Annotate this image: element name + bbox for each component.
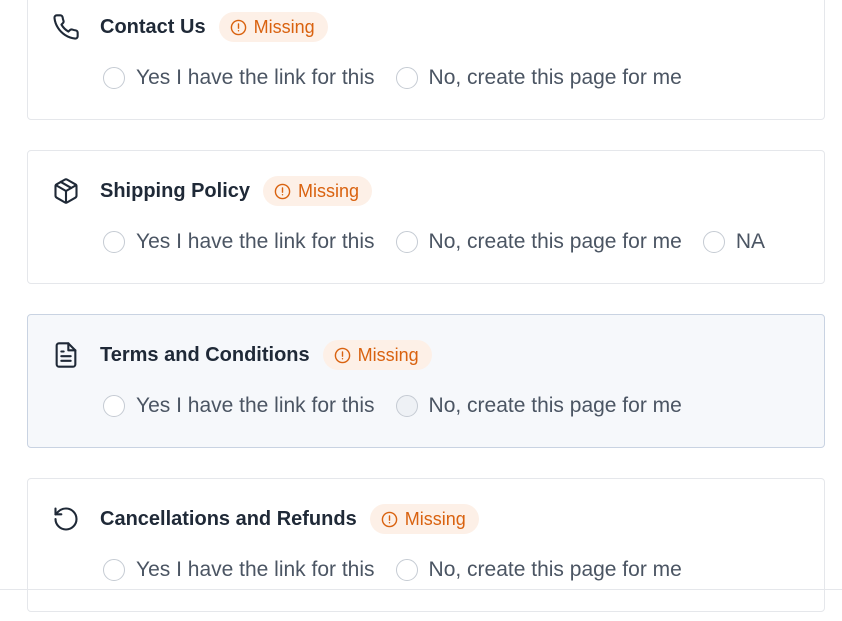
section-title: Cancellations and Refunds [100, 507, 357, 530]
option-group: Yes I have the link for this No, create … [103, 558, 703, 582]
option-label: NA [735, 230, 766, 253]
option-create-page[interactable]: No, create this page for me [395, 394, 682, 418]
status-badge-label: Missing [253, 16, 315, 37]
option-have-link[interactable]: Yes I have the link for this [103, 66, 375, 90]
section-terms-and-conditions: Terms and Conditions Missing Yes I have … [27, 314, 825, 448]
section-shipping-policy: Shipping Policy Missing Yes I have the l… [27, 150, 825, 284]
divider [0, 589, 842, 590]
alert-circle-icon [230, 19, 246, 35]
option-have-link[interactable]: Yes I have the link for this [103, 394, 375, 418]
status-badge: Missing [322, 340, 432, 370]
radio-button[interactable] [103, 67, 125, 89]
option-group: Yes I have the link for this No, create … [103, 66, 703, 90]
phone-icon [52, 11, 84, 43]
section-title: Terms and Conditions [100, 343, 310, 366]
radio-button[interactable] [103, 231, 125, 253]
package-icon [52, 175, 84, 207]
option-group: Yes I have the link for this No, create … [103, 230, 786, 254]
radio-button[interactable] [103, 559, 125, 581]
section-title: Contact Us [100, 15, 206, 38]
option-create-page[interactable]: No, create this page for me [395, 66, 682, 90]
option-label: No, create this page for me [428, 558, 682, 581]
radio-button[interactable] [395, 67, 418, 89]
option-label: No, create this page for me [428, 230, 682, 253]
radio-button[interactable] [395, 395, 418, 417]
option-label: Yes I have the link for this [136, 558, 375, 581]
section-contact-us: Contact Us Missing Yes I have the link f… [27, 0, 825, 120]
alert-circle-icon [334, 347, 350, 363]
radio-button[interactable] [395, 559, 418, 581]
status-badge: Missing [218, 12, 328, 42]
alert-circle-icon [381, 511, 398, 527]
section-header: Contact Us Missing [52, 7, 328, 47]
radio-button[interactable] [103, 395, 125, 417]
option-create-page[interactable]: No, create this page for me [395, 230, 682, 254]
status-badge: Missing [369, 504, 479, 534]
option-label: No, create this page for me [428, 66, 682, 89]
rotate-ccw-icon [52, 503, 84, 535]
section-header: Cancellations and Refunds Missing [52, 499, 479, 539]
alert-circle-icon [274, 183, 291, 199]
option-have-link[interactable]: Yes I have the link for this [103, 558, 375, 582]
option-label: Yes I have the link for this [136, 66, 375, 89]
option-na[interactable]: NA [702, 230, 766, 254]
status-badge-label: Missing [404, 508, 466, 529]
option-label: Yes I have the link for this [136, 394, 375, 417]
option-have-link[interactable]: Yes I have the link for this [103, 230, 375, 254]
section-header: Shipping Policy Missing [52, 171, 373, 211]
option-label: Yes I have the link for this [136, 230, 375, 253]
section-title: Shipping Policy [100, 179, 251, 202]
radio-button[interactable] [395, 231, 418, 253]
option-create-page[interactable]: No, create this page for me [395, 558, 682, 582]
status-badge-label: Missing [357, 344, 419, 365]
option-label: No, create this page for me [428, 394, 682, 417]
status-badge: Missing [263, 176, 373, 206]
section-header: Terms and Conditions Missing [52, 335, 432, 375]
status-badge-label: Missing [298, 180, 360, 201]
document-icon [52, 339, 84, 371]
radio-button[interactable] [702, 231, 725, 253]
option-group: Yes I have the link for this No, create … [103, 394, 703, 418]
section-cancellations-and-refunds: Cancellations and Refunds Missing Yes I … [27, 478, 825, 612]
